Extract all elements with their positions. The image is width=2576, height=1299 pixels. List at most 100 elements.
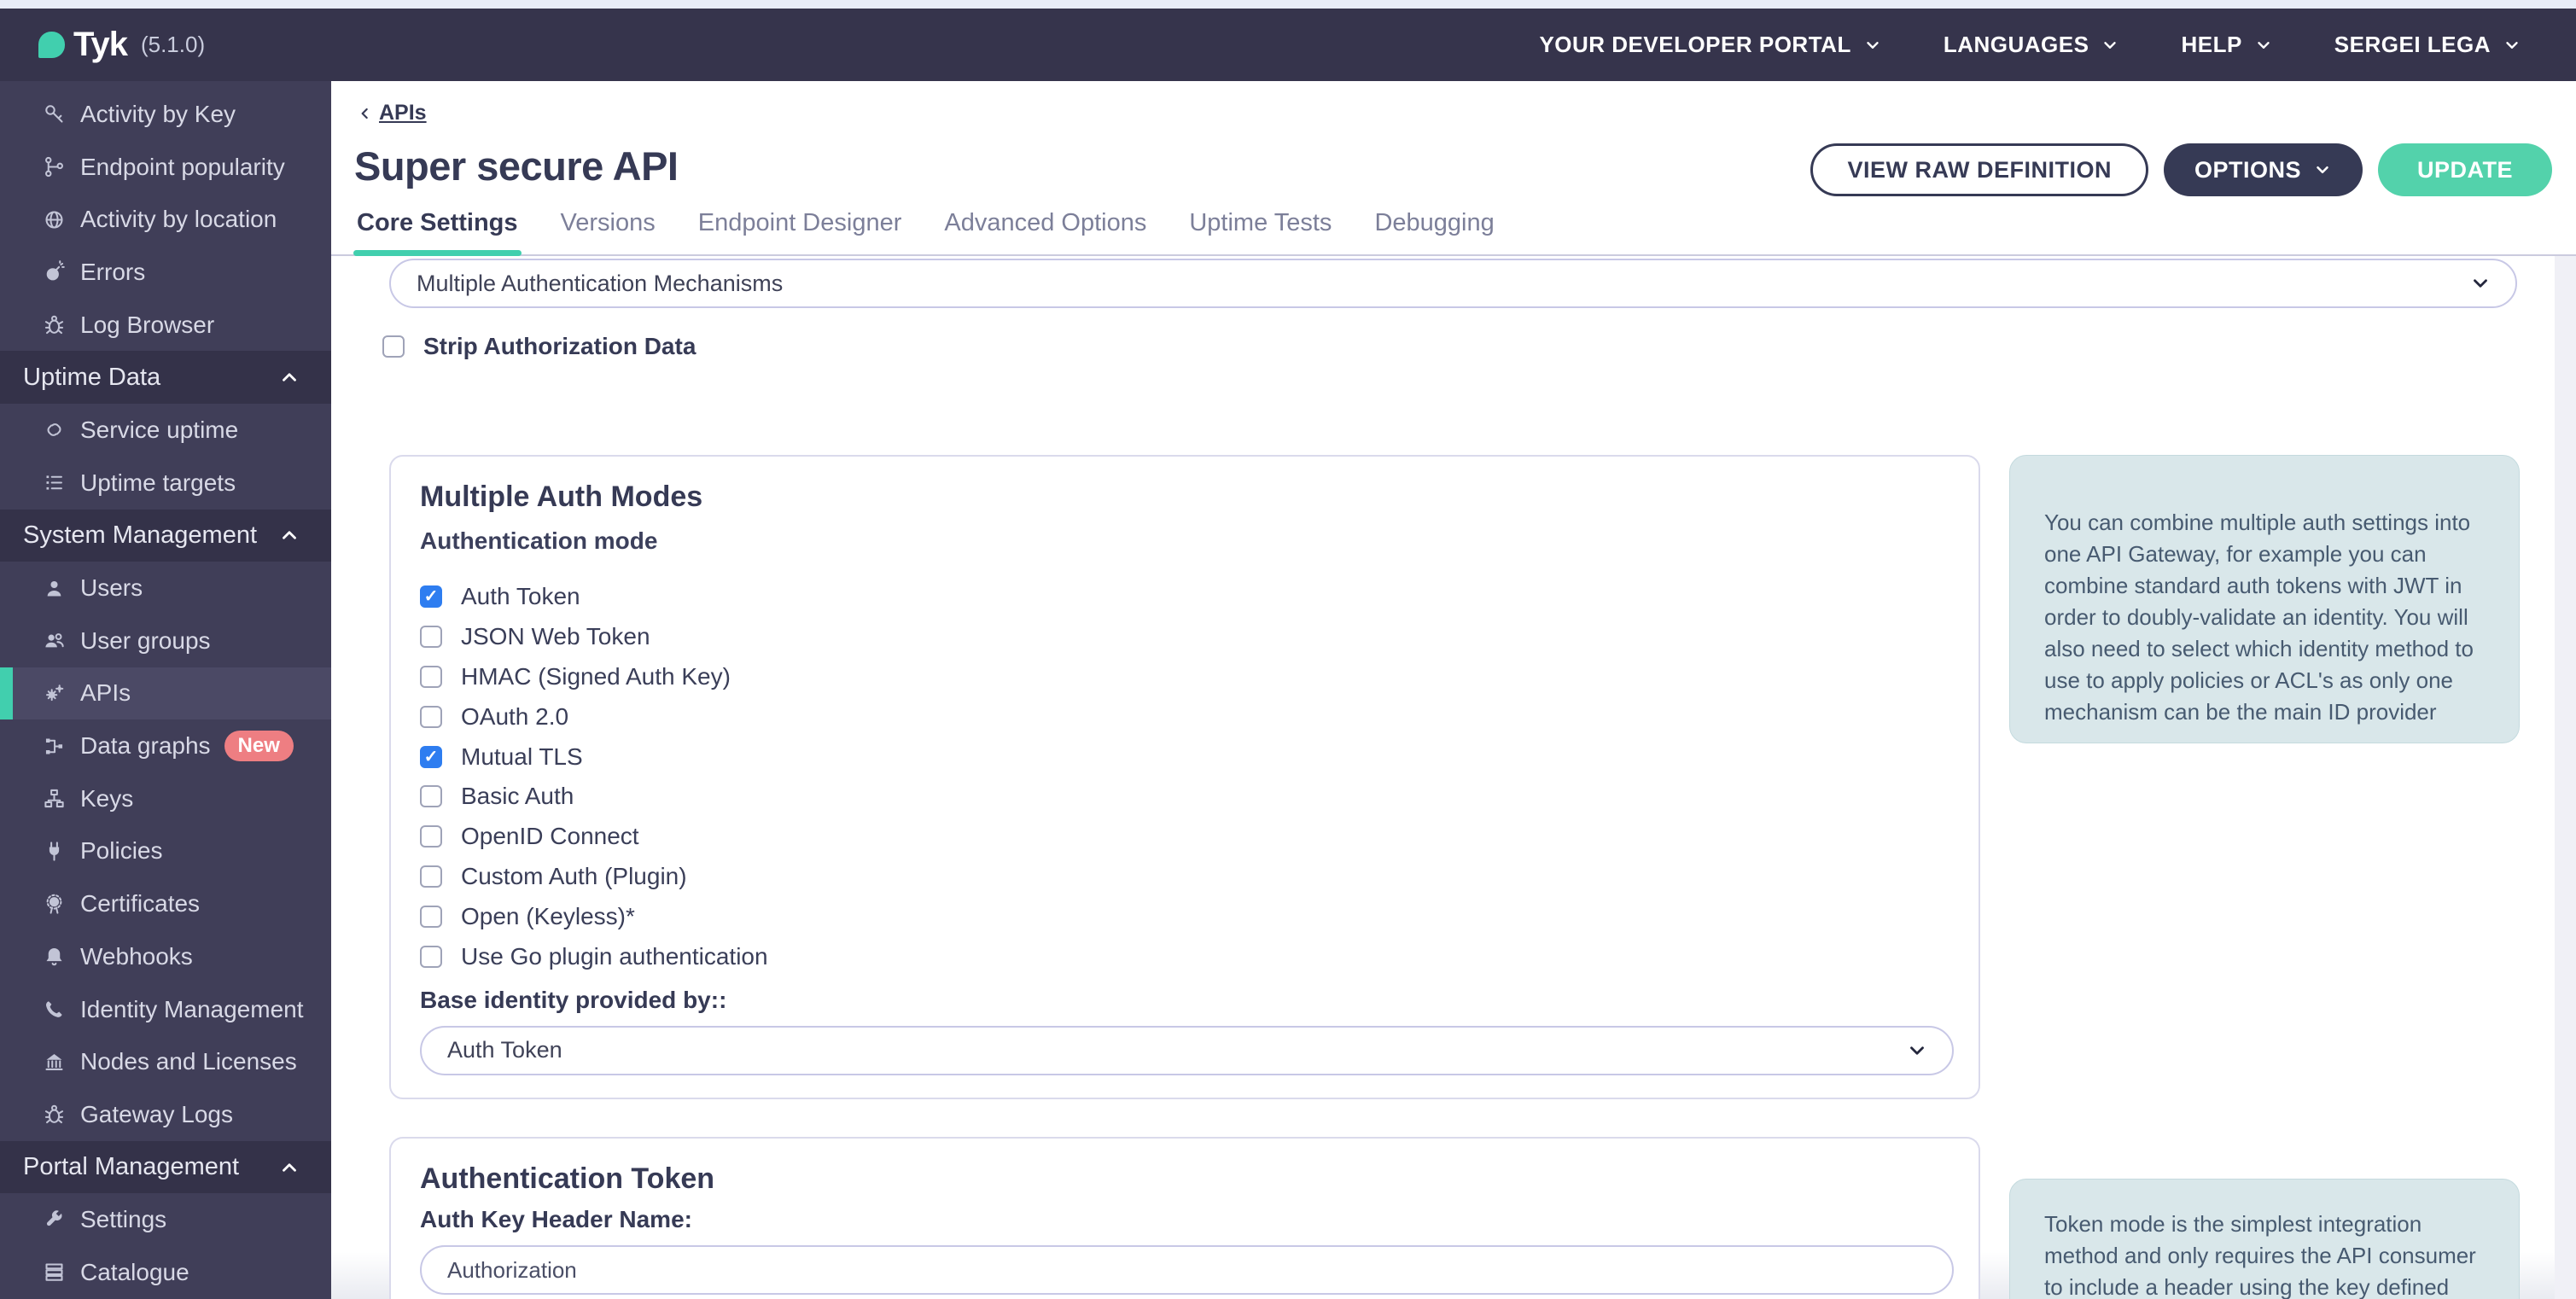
tab-label: Advanced Options — [944, 209, 1146, 236]
bug-icon — [43, 1103, 66, 1126]
brand-name: Tyk — [73, 26, 127, 64]
item-core-settings[interactable]: Core Settings — [357, 209, 518, 256]
checkbox[interactable] — [420, 825, 442, 848]
checkbox[interactable] — [420, 706, 442, 728]
options-button[interactable]: OPTIONS — [2164, 143, 2363, 196]
sidebar-item-activity-by-key[interactable]: Activity by Key — [0, 88, 331, 141]
item-auth-token[interactable]: Auth Token — [420, 577, 1949, 617]
breadcrumb-label: APIs — [379, 101, 427, 125]
checkbox[interactable] — [420, 865, 442, 888]
chevron-left-icon — [357, 105, 374, 122]
tab-label: Uptime Tests — [1189, 209, 1332, 236]
base-identity-select[interactable]: Auth Token — [420, 1026, 1954, 1075]
item-hmac-signed-auth-key[interactable]: HMAC (Signed Auth Key) — [420, 657, 1949, 697]
item-sergei-lega[interactable]: SERGEI LEGA — [2334, 32, 2521, 58]
user-icon — [43, 577, 66, 600]
authentication-mode-label: Authentication mode — [420, 527, 1949, 555]
chevron-down-icon — [1906, 1040, 1928, 1062]
sidebar-item-catalogue[interactable]: Catalogue — [0, 1246, 331, 1299]
sidebar-section-uptime-data[interactable]: Uptime Data — [0, 351, 331, 404]
checkbox[interactable] — [420, 746, 442, 768]
tyk-logo[interactable]: Tyk (5.1.0) — [38, 26, 205, 64]
sidebar-item-apis[interactable]: APIs — [0, 667, 331, 720]
sidebar-item-keys[interactable]: Keys — [0, 772, 331, 825]
auth-mode-label: Auth Token — [461, 583, 580, 610]
sidebar-item-uptime-targets[interactable]: Uptime targets — [0, 457, 331, 510]
sidebar-item-settings[interactable]: Settings — [0, 1193, 331, 1246]
sidebar-item-webhooks[interactable]: Webhooks — [0, 930, 331, 983]
sidebar-item-log-browser[interactable]: Log Browser — [0, 299, 331, 352]
sidebar-section-portal-management[interactable]: Portal Management — [0, 1141, 331, 1194]
panel-title: Multiple Auth Modes — [420, 481, 1949, 514]
auth-mode-label: Mutual TLS — [461, 743, 583, 771]
item-openid-connect[interactable]: OpenID Connect — [420, 817, 1949, 857]
plug-icon — [43, 840, 66, 863]
sidebar: Activity by Key Endpoint popularity Acti… — [0, 81, 331, 1299]
auth-mechanism-select-value: Multiple Authentication Mechanisms — [417, 271, 783, 297]
sidebar-item-label: Portal Management — [23, 1153, 239, 1181]
checkbox[interactable] — [420, 626, 442, 648]
item-uptime-tests[interactable]: Uptime Tests — [1189, 209, 1332, 256]
item-basic-auth[interactable]: Basic Auth — [420, 777, 1949, 817]
item-advanced-options[interactable]: Advanced Options — [944, 209, 1146, 256]
checkbox[interactable] — [382, 335, 405, 358]
scrollbar[interactable] — [2555, 256, 2576, 1299]
checkbox[interactable] — [420, 906, 442, 928]
chevron-up-icon — [278, 366, 300, 388]
chevron-down-icon — [2101, 36, 2119, 55]
update-button[interactable]: UPDATE — [2378, 143, 2552, 196]
checkbox[interactable] — [420, 585, 442, 608]
item-debugging[interactable]: Debugging — [1374, 209, 1494, 256]
sidebar-item-label: Errors — [80, 259, 145, 286]
auth-mode-label: Use Go plugin authentication — [461, 943, 768, 970]
item-open-keyless[interactable]: Open (Keyless)* — [420, 896, 1949, 936]
users-icon — [43, 629, 66, 652]
auth-key-header-name-input[interactable] — [420, 1245, 1954, 1295]
auth-mode-label: Custom Auth (Plugin) — [461, 863, 687, 890]
sidebar-item-label: Policies — [80, 837, 162, 865]
book-icon — [43, 1261, 66, 1284]
item-help[interactable]: HELP — [2181, 32, 2272, 58]
sidebar-item-user-groups[interactable]: User groups — [0, 615, 331, 667]
sidebar-item-label: Settings — [80, 1206, 166, 1233]
sidebar-item-nodes-and-licenses[interactable]: Nodes and Licenses — [0, 1035, 331, 1088]
checkbox[interactable] — [420, 946, 442, 968]
auth-mechanism-select[interactable]: Multiple Authentication Mechanisms — [389, 259, 2517, 308]
auth-key-header-name-label: Auth Key Header Name: — [420, 1206, 1949, 1233]
checkbox[interactable] — [420, 666, 442, 688]
auth-mode-label: OAuth 2.0 — [461, 703, 568, 731]
item-versions[interactable]: Versions — [561, 209, 656, 256]
sidebar-item-data-graphs[interactable]: Data graphs New — [0, 719, 331, 772]
sidebar-item-errors[interactable]: Errors — [0, 246, 331, 299]
sidebar-item-label: Nodes and Licenses — [80, 1048, 297, 1075]
strip-authorization-checkbox-row[interactable]: Strip Authorization Data — [382, 333, 696, 360]
item-mutual-tls[interactable]: Mutual TLS — [420, 737, 1949, 777]
sidebar-item-identity-management[interactable]: Identity Management — [0, 983, 331, 1036]
sidebar-item-label: Activity by location — [80, 206, 277, 233]
auth-mode-label: JSON Web Token — [461, 623, 650, 650]
item-your-developer-portal[interactable]: YOUR DEVELOPER PORTAL — [1539, 32, 1881, 58]
view-raw-definition-button[interactable]: VIEW RAW DEFINITION — [1810, 143, 2148, 196]
sidebar-item-service-uptime[interactable]: Service uptime — [0, 404, 331, 457]
item-use-go-plugin-authentication[interactable]: Use Go plugin authentication — [420, 936, 1949, 976]
sidebar-item-activity-by-location[interactable]: Activity by location — [0, 193, 331, 246]
item-languages[interactable]: LANGUAGES — [1944, 32, 2120, 58]
item-oauth-2-0[interactable]: OAuth 2.0 — [420, 696, 1949, 737]
sidebar-section-system-management[interactable]: System Management — [0, 510, 331, 562]
bell-icon — [43, 945, 66, 968]
item-json-web-token[interactable]: JSON Web Token — [420, 617, 1949, 657]
sidebar-item-policies[interactable]: Policies — [0, 825, 331, 878]
phone-icon — [43, 998, 66, 1021]
sidebar-item-certificates[interactable]: Certificates — [0, 877, 331, 930]
chevron-down-icon — [2503, 36, 2521, 55]
sidebar-item-users[interactable]: Users — [0, 562, 331, 615]
sidebar-item-label: APIs — [80, 679, 131, 707]
item-endpoint-designer[interactable]: Endpoint Designer — [698, 209, 902, 256]
checkbox[interactable] — [420, 785, 442, 807]
sidebar-item-gateway-logs[interactable]: Gateway Logs — [0, 1088, 331, 1141]
item-custom-auth-plugin[interactable]: Custom Auth (Plugin) — [420, 857, 1949, 897]
breadcrumb[interactable]: APIs — [357, 101, 427, 125]
auth-mode-label: HMAC (Signed Auth Key) — [461, 663, 731, 690]
bug-icon — [43, 313, 66, 336]
sidebar-item-endpoint-popularity[interactable]: Endpoint popularity — [0, 141, 331, 194]
